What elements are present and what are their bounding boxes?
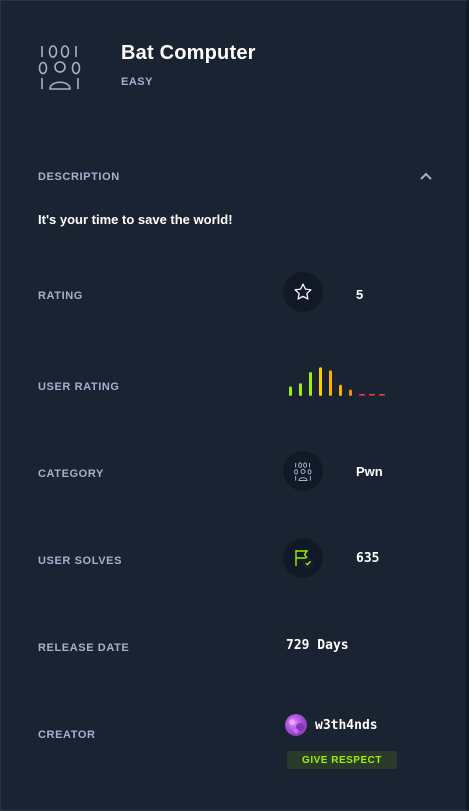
rating-bar — [329, 370, 332, 396]
challenge-title: Bat Computer — [121, 42, 256, 64]
avatar-pattern — [289, 719, 304, 734]
rating-bar — [339, 384, 342, 396]
description-label: DESCRIPTION — [38, 171, 120, 183]
chevron-up-icon — [420, 172, 432, 180]
rating-bar — [289, 386, 292, 396]
rating-label: RATING — [38, 290, 83, 302]
star-icon — [294, 283, 312, 300]
user-solves-label: USER SOLVES — [38, 555, 123, 567]
release-date-label: RELEASE DATE — [38, 642, 130, 654]
description-toggle[interactable] — [418, 168, 434, 184]
rating-bar — [359, 394, 365, 396]
user-rating-label: USER RATING — [38, 381, 120, 393]
rating-bar — [369, 394, 375, 396]
category-icon-badge — [283, 451, 323, 491]
category-value: Pwn — [356, 464, 383, 479]
description-text: It's your time to save the world! — [38, 212, 233, 227]
rating-value: 5 — [356, 287, 364, 302]
user-rating-bars — [289, 367, 385, 396]
rating-bar — [309, 372, 312, 396]
rating-bar — [379, 394, 385, 396]
rating-bar — [299, 383, 302, 396]
creator-avatar[interactable] — [285, 714, 307, 736]
challenge-panel — [0, 0, 469, 811]
release-date-value: 729 Days — [286, 638, 349, 653]
give-respect-button[interactable]: GIVE RESPECT — [287, 751, 397, 769]
user-solves-value: 635 — [356, 551, 380, 566]
rating-bar — [319, 367, 322, 396]
rating-bar — [349, 389, 352, 396]
category-label: CATEGORY — [38, 468, 104, 480]
creator-name[interactable]: w3th4nds — [315, 718, 378, 733]
creator-label: CREATOR — [38, 729, 96, 741]
binary-user-icon — [38, 45, 81, 90]
binary-user-icon — [294, 461, 312, 481]
rate-button[interactable] — [283, 272, 323, 312]
challenge-header: Bat Computer EASY — [38, 40, 458, 100]
flag-check-icon — [295, 550, 314, 569]
difficulty-badge: EASY — [121, 76, 153, 88]
submit-flag-button[interactable] — [283, 538, 323, 578]
